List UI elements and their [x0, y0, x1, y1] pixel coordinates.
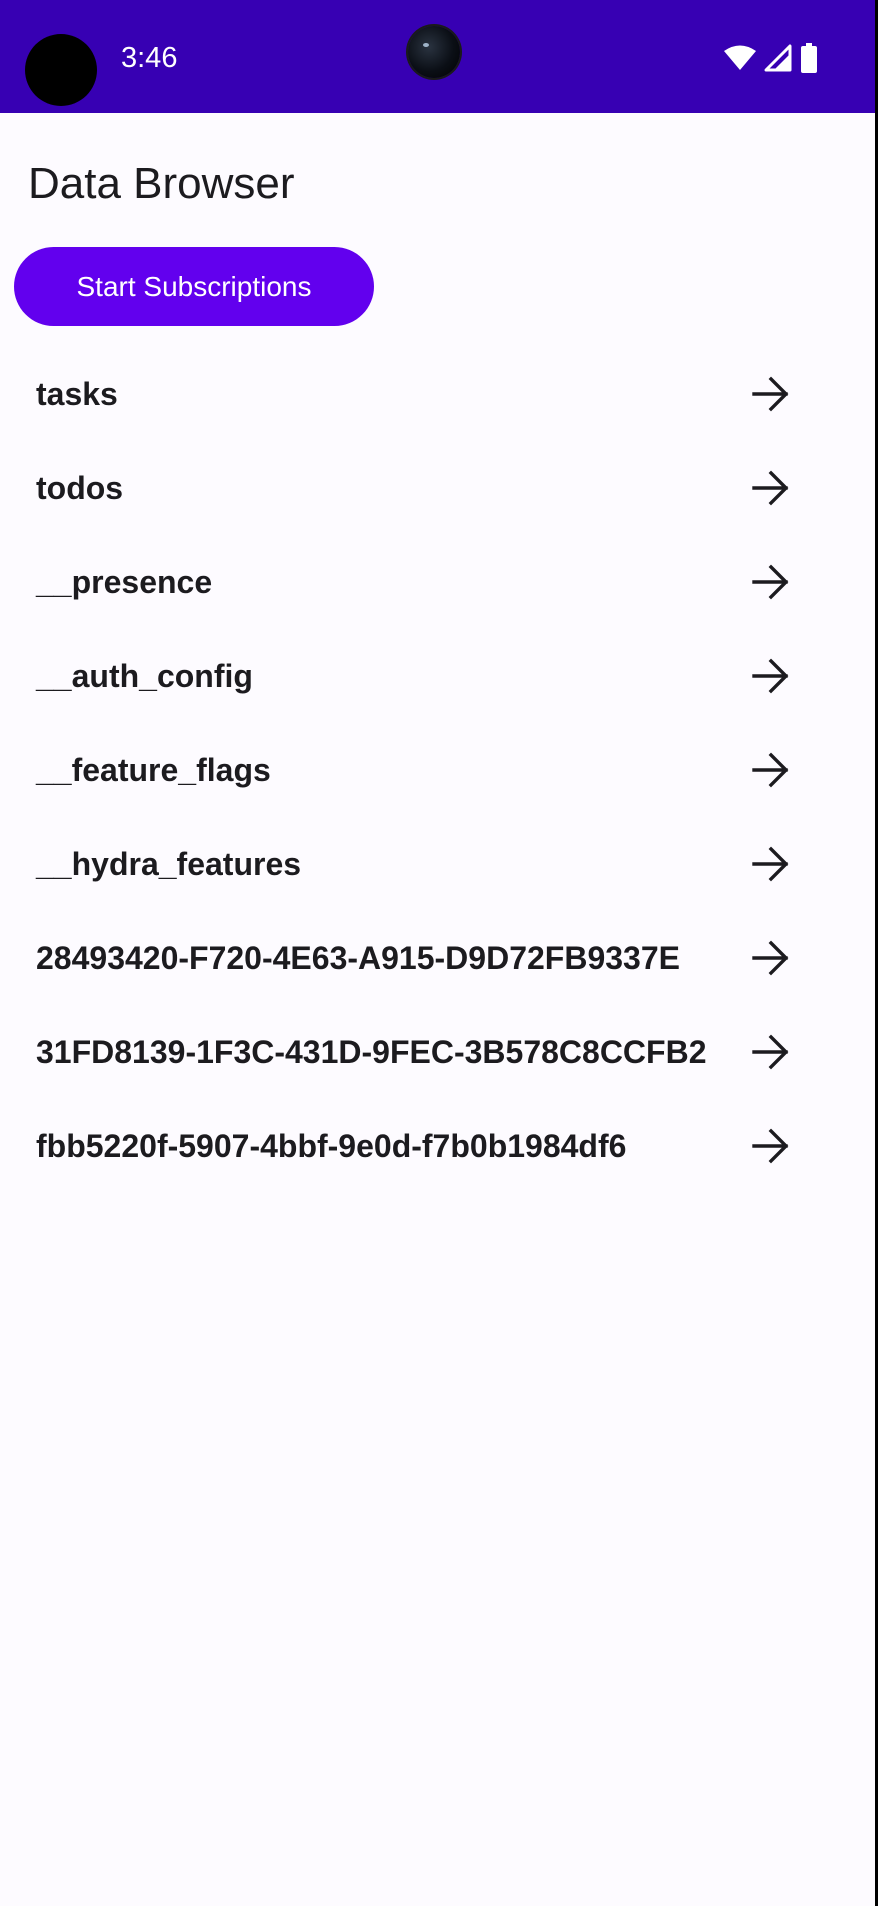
collection-item[interactable]: tasks — [0, 347, 878, 441]
collection-item[interactable]: __auth_config — [0, 629, 878, 723]
collection-item[interactable]: __presence — [0, 535, 878, 629]
collection-item[interactable]: todos — [0, 441, 878, 535]
status-icons — [724, 43, 818, 73]
collection-label: todos — [36, 470, 124, 506]
arrow-right-icon — [752, 1128, 789, 1164]
collection-label: 28493420-F720-4E63-A915-D9D72FB9337E — [36, 940, 680, 976]
start-subscriptions-button[interactable]: Start Subscriptions — [14, 247, 374, 326]
arrow-right-icon — [752, 1034, 789, 1070]
collection-label: __auth_config — [36, 658, 253, 694]
arrow-right-icon — [752, 658, 789, 694]
arrow-right-icon — [752, 470, 789, 506]
page-title: Data Browser — [28, 159, 295, 208]
collection-item[interactable]: 31FD8139-1F3C-431D-9FEC-3B578C8CCFB2 — [0, 1005, 878, 1099]
battery-icon — [800, 43, 818, 73]
collection-item[interactable]: __feature_flags — [0, 723, 878, 817]
signal-icon — [764, 44, 792, 72]
collection-item[interactable]: __hydra_features — [0, 817, 878, 911]
app-screen: 3:46 Data Browser Start Subscriptions ta… — [0, 0, 878, 1906]
collection-item[interactable]: 28493420-F720-4E63-A915-D9D72FB9337E — [0, 911, 878, 1005]
arrow-right-icon — [752, 752, 789, 788]
arrow-right-icon — [752, 846, 789, 882]
collection-label: __feature_flags — [36, 752, 271, 788]
collection-label: tasks — [36, 376, 118, 412]
status-bar: 3:46 — [0, 0, 878, 113]
arrow-right-icon — [752, 940, 789, 976]
arrow-right-icon — [752, 376, 789, 412]
arrow-right-icon — [752, 564, 789, 600]
collection-label: __presence — [36, 564, 213, 600]
collection-item[interactable]: fbb5220f-5907-4bbf-9e0d-f7b0b1984df6 — [0, 1099, 878, 1193]
collection-label: 31FD8139-1F3C-431D-9FEC-3B578C8CCFB2 — [36, 1034, 707, 1070]
camera-cutout — [408, 26, 460, 78]
collection-list: tasks todos __presence __auth_config __f… — [0, 347, 878, 1193]
status-time: 3:46 — [121, 42, 178, 74]
collection-label: __hydra_features — [36, 846, 302, 882]
collection-label: fbb5220f-5907-4bbf-9e0d-f7b0b1984df6 — [36, 1128, 627, 1164]
status-avatar-dot — [25, 34, 97, 106]
wifi-icon — [724, 45, 756, 71]
